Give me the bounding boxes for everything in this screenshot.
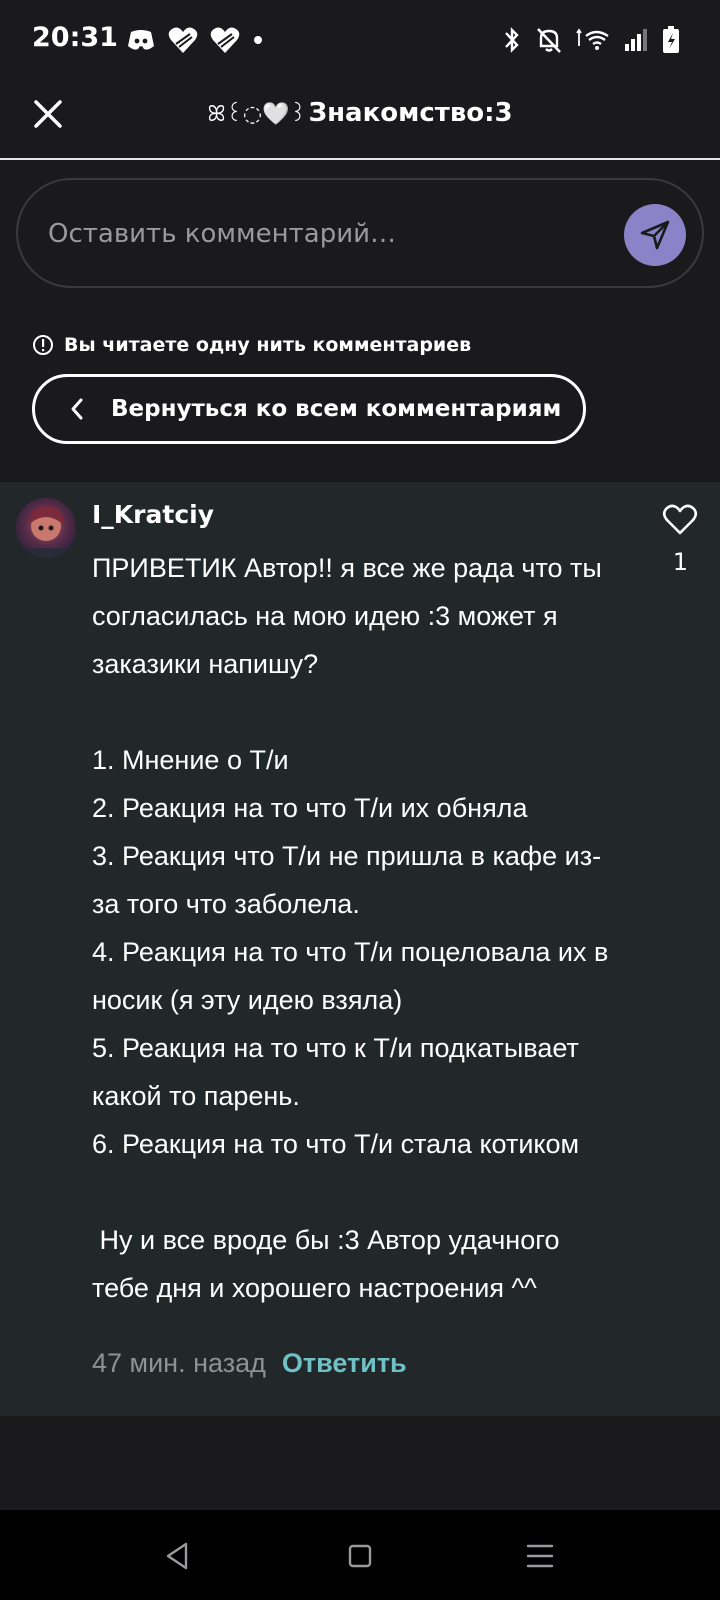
heart-icon bbox=[210, 27, 240, 53]
thread-info-text: Вы читаете одну нить комментариев bbox=[64, 334, 472, 356]
system-nav-bar bbox=[0, 1510, 720, 1600]
info-icon bbox=[33, 335, 53, 355]
thread-info: Вы читаете одну нить комментариев bbox=[32, 334, 471, 356]
battery-icon bbox=[663, 26, 679, 53]
square-home-icon bbox=[348, 1544, 372, 1568]
menu-recents-icon bbox=[526, 1544, 554, 1568]
like-button[interactable] bbox=[662, 502, 698, 538]
comment-username[interactable]: I_Kratciy bbox=[92, 500, 214, 529]
triangle-back-icon bbox=[166, 1542, 188, 1570]
send-icon bbox=[640, 220, 670, 250]
notification-icons bbox=[126, 26, 264, 54]
avatar[interactable] bbox=[16, 498, 76, 558]
page-title: ꕤ꒰◌🤍꒱Знакомство:3 bbox=[0, 98, 720, 128]
bell-off-icon bbox=[537, 28, 561, 53]
heart-icon bbox=[168, 27, 198, 53]
like-count: 1 bbox=[672, 548, 688, 576]
system-icons bbox=[502, 24, 680, 56]
dot-icon bbox=[254, 36, 262, 44]
comment-timestamp: 47 мин. назад bbox=[92, 1348, 266, 1378]
comment-input[interactable] bbox=[48, 212, 608, 256]
chevron-left-icon bbox=[71, 398, 83, 420]
back-button-label: Вернуться ко всем комментариям bbox=[111, 396, 562, 422]
status-time: 20:31 bbox=[32, 22, 118, 53]
reply-button[interactable]: Ответить bbox=[282, 1348, 407, 1379]
nav-home-button[interactable] bbox=[342, 1538, 378, 1574]
back-to-all-comments-button[interactable]: Вернуться ко всем комментариям bbox=[32, 374, 586, 444]
nav-recents-button[interactable] bbox=[522, 1538, 558, 1574]
status-bar: 20:31 bbox=[0, 0, 720, 80]
discord-icon bbox=[128, 30, 154, 50]
heart-outline-icon bbox=[662, 504, 698, 535]
title-text: Знакомство:3 bbox=[308, 98, 513, 128]
comment-card: I_Kratciy ПРИВЕТИК Автор!! я все же рада… bbox=[0, 482, 720, 1416]
send-button[interactable] bbox=[624, 204, 686, 266]
wifi-icon bbox=[576, 28, 609, 50]
bluetooth-icon bbox=[505, 27, 519, 53]
title-decoration: ꕤ꒰◌🤍꒱ bbox=[207, 102, 307, 127]
comment-meta: 47 мин. назад Ответить bbox=[92, 1348, 407, 1379]
comment-text: ПРИВЕТИК Автор!! я все же рада что ты со… bbox=[92, 553, 609, 1303]
header: ꕤ꒰◌🤍꒱Знакомство:3 bbox=[0, 80, 720, 160]
signal-icon bbox=[625, 29, 647, 51]
nav-back-button[interactable] bbox=[160, 1538, 196, 1574]
comment-composer bbox=[16, 178, 704, 288]
